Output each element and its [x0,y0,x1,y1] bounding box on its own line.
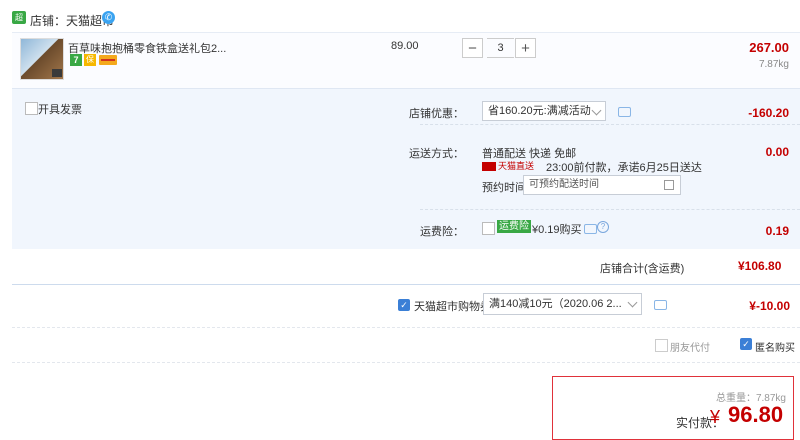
shop-discount-label: 店铺优惠： [409,108,464,120]
appointment-label: 预约时间 [482,182,526,194]
message-icon[interactable] [618,107,631,117]
shop-total-label: 店铺合计(含运费) [600,263,685,275]
shop-logo-icon: 超市 [12,11,26,35]
quantity-increase-button[interactable]: + [515,38,536,58]
coupon-select[interactable]: 满140减10元（2020.06 2... [483,293,642,315]
delivery-promise: 23:00前付款，承诺6月25日送达 [546,162,702,174]
tmall-direct-tag: 天猫直送 [482,161,538,172]
shipping-label: 运送方式： [409,148,464,160]
chevron-down-icon [591,105,602,116]
tmall-direct-label: 天猫直送 [498,161,535,171]
divider [420,209,800,211]
insurance-checkbox[interactable] [482,222,495,235]
insurance-price: ¥0.19购买 [532,224,582,236]
shop-discount-select[interactable]: 省160.20元:满减活动 [482,101,606,121]
invoice-label[interactable]: 开具发票 [38,101,82,117]
shop-discount-amount: -160.20 [748,106,789,120]
guarantee-icon[interactable]: 保 [84,54,96,66]
divider [12,327,800,329]
coupon-label[interactable]: 天猫超市购物券 [414,298,491,314]
truck-icon [482,162,496,172]
payment-amount: 96.80 [728,402,784,427]
payment-currency: ¥ [710,407,721,427]
anonymous-label[interactable]: 匿名购买 [755,339,795,354]
help-icon[interactable]: ? [597,221,609,233]
shipping-amount: 0.00 [765,145,789,159]
insurance-badge: 运费险 [497,220,531,233]
friend-pay-label[interactable]: 朋友代付 [670,339,710,354]
appointment-time-input[interactable]: 可预约配送时间 [523,175,681,195]
coupon-selected: 满140减10元（2020.06 2... [489,298,622,310]
divider [420,124,800,126]
unit-price: 89.00 [391,40,419,52]
calendar-icon[interactable] [664,180,674,190]
seven-day-return-icon[interactable]: 7 [70,54,82,66]
coupon-checkbox[interactable]: ✓ [398,299,410,311]
insurance-amount: 0.19 [765,224,789,238]
message-icon[interactable] [654,300,667,310]
message-icon[interactable] [584,224,597,234]
invoice-checkbox[interactable] [25,102,38,115]
item-weight: 7.87kg [758,59,789,70]
insurance-label: 运费险： [420,226,464,238]
thumbnail-badge [52,69,62,77]
wangwang-chat-icon[interactable]: ✆ [102,11,115,24]
anonymous-checkbox[interactable]: ✓ [740,338,752,350]
shop-discount-selected: 省160.20元:满减活动 [488,105,591,117]
coupon-amount: ¥-10.00 [749,299,790,313]
credit-card-icon[interactable] [99,55,117,65]
friend-pay-checkbox[interactable] [655,339,668,352]
quantity-input[interactable]: 3 [487,38,514,58]
quantity-decrease-button[interactable]: − [462,38,483,58]
divider [12,362,800,364]
chevron-down-icon [627,297,638,308]
appointment-placeholder: 可预约配送时间 [529,179,599,190]
shop-total-amount: ¥106.80 [738,259,782,273]
item-subtotal: 267.00 [749,40,789,55]
